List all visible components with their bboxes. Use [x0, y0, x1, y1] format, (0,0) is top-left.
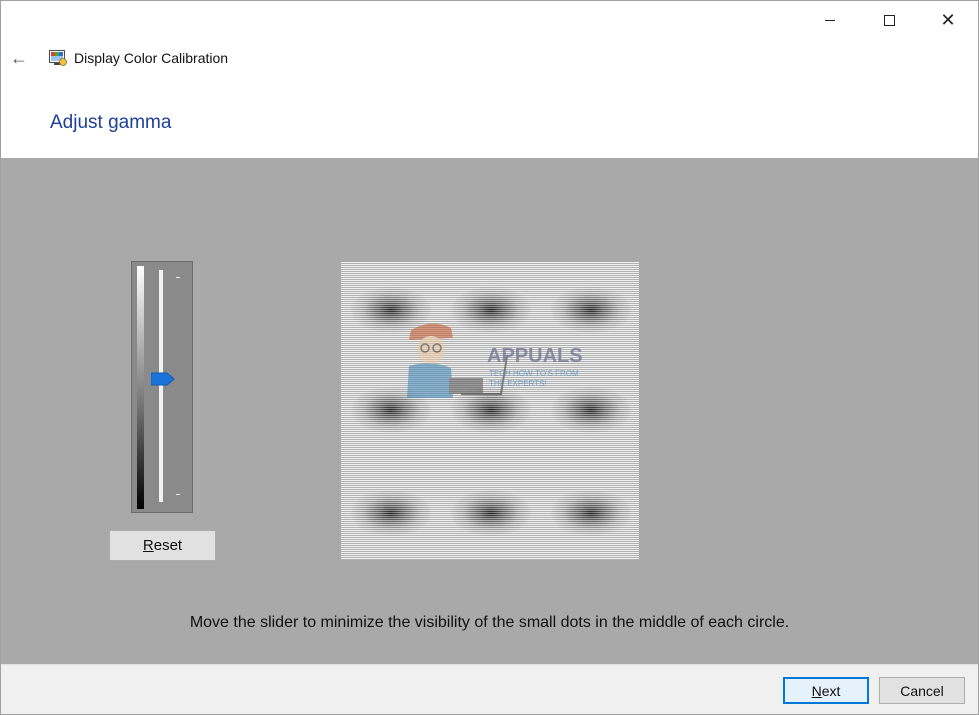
gamma-calibration-pattern: APPUALS TECH HOW-TO'S FROM THE EXPERTS! — [341, 262, 639, 560]
minimize-icon — [825, 19, 835, 21]
window-title: Display Color Calibration — [74, 50, 229, 66]
back-arrow-icon: ← — [10, 47, 28, 68]
maximize-icon — [883, 14, 895, 26]
page-title: Adjust gamma — [50, 112, 172, 133]
calibration-window: ✕ ← Display Color Calibration Adjust gam… — [0, 0, 979, 715]
close-icon: ✕ — [940, 10, 956, 30]
title-bar: ✕ — [1, 1, 978, 39]
next-access-key: N — [811, 682, 822, 699]
watermark-tagline-2: THE EXPERTS! — [489, 379, 547, 388]
maximize-button[interactable] — [860, 1, 918, 39]
gamma-slider[interactable] — [131, 261, 193, 513]
reset-access-key: R — [142, 537, 154, 554]
display-color-calibration-icon — [49, 49, 67, 67]
close-button[interactable]: ✕ — [919, 1, 977, 39]
instruction-text: Move the slider to minimize the visibili… — [189, 614, 790, 631]
gamma-gradient-bar — [137, 266, 144, 509]
reset-label: eset — [153, 537, 183, 554]
slider-tick-top — [176, 277, 180, 278]
reset-button[interactable]: Reset — [109, 530, 216, 561]
next-label: ext — [821, 682, 841, 699]
watermark-tagline-1: TECH HOW-TO'S FROM — [489, 369, 579, 378]
back-button[interactable]: ← — [7, 47, 31, 69]
gamma-panel: Reset APPUALS TECH HOW-TO'S FROM THE EXP… — [1, 158, 978, 664]
slider-thumb[interactable] — [150, 372, 175, 386]
pattern-stripes — [341, 262, 639, 560]
watermark-brand: APPUALS — [487, 345, 583, 367]
cancel-button[interactable]: Cancel — [879, 677, 965, 704]
footer-bar: Next Cancel — [1, 664, 978, 714]
next-button[interactable]: Next — [783, 677, 869, 704]
slider-tick-bottom — [176, 494, 180, 495]
appuals-watermark: APPUALS TECH HOW-TO'S FROM THE EXPERTS! — [391, 316, 591, 406]
minimize-button[interactable] — [801, 1, 859, 39]
